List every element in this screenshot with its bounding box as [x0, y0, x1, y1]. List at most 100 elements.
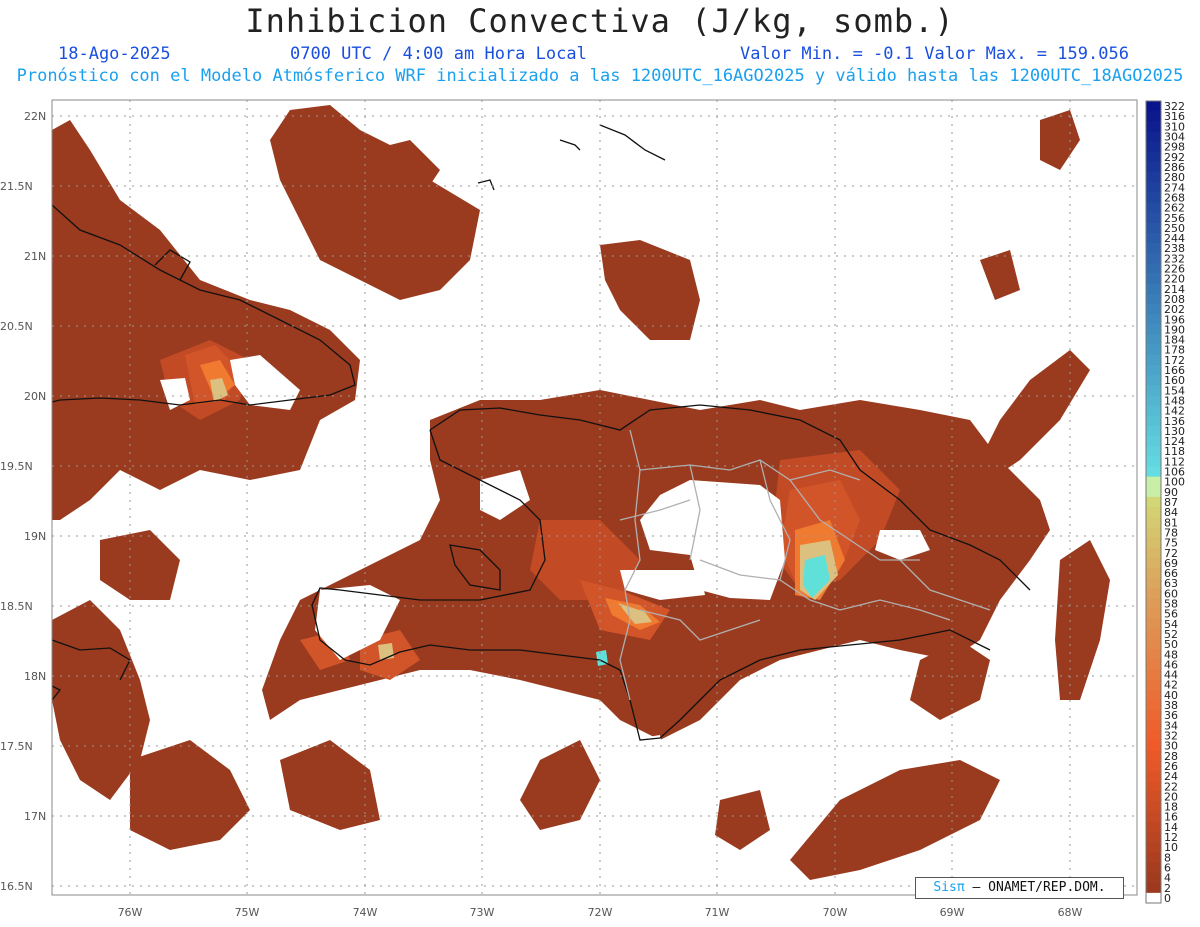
- colorbar-swatch: [1146, 243, 1161, 254]
- colorbar-swatch: [1146, 679, 1161, 691]
- lon-axis: 76W 75W 74W 73W 72W 71W 70W 69W 68W: [118, 906, 1083, 919]
- colorbar-swatch: [1146, 557, 1161, 569]
- colorbar-swatch: [1146, 101, 1161, 112]
- colorbar-swatch: [1146, 527, 1161, 538]
- colorbar-swatch: [1146, 588, 1161, 599]
- cin-map: 22N 21.5N 21N 20.5N 20N 19.5N 19N 18.5N …: [0, 99, 1185, 919]
- colorbar-swatch: [1146, 405, 1161, 417]
- colorbar-swatch: [1146, 852, 1161, 863]
- colorbar-swatch: [1146, 212, 1161, 224]
- colorbar-swatch: [1146, 750, 1161, 762]
- colorbar-swatch: [1146, 344, 1161, 356]
- colorbar-swatch: [1146, 273, 1161, 285]
- colorbar-swatch: [1146, 486, 1161, 498]
- lon-tick-label: 71W: [705, 906, 730, 919]
- lon-tick-label: 75W: [235, 906, 260, 919]
- colorbar-swatch: [1146, 699, 1161, 711]
- colorbar-swatch: [1146, 496, 1161, 508]
- colorbar-swatch: [1146, 628, 1161, 640]
- colorbar-swatch: [1146, 517, 1161, 528]
- colorbar-label: 0: [1164, 892, 1171, 905]
- lat-tick-label: 16.5N: [0, 880, 33, 893]
- colorbar-swatch: [1146, 161, 1161, 173]
- lat-tick-label: 18N: [24, 670, 46, 683]
- lat-axis: 22N 21.5N 21N 20.5N 20N 19.5N 19N 18.5N …: [0, 110, 46, 893]
- colorbar-swatch: [1146, 283, 1161, 295]
- colorbar-swatch: [1146, 222, 1161, 234]
- lon-tick-label: 70W: [823, 906, 848, 919]
- colorbar-swatch: [1146, 314, 1161, 325]
- colorbar-swatch: [1146, 720, 1161, 731]
- colorbar-swatch: [1146, 263, 1161, 274]
- colorbar: 3223163103042982922862802742682622562502…: [1145, 100, 1185, 905]
- colorbar-swatch: [1146, 425, 1161, 437]
- colorbar-swatch: [1146, 578, 1161, 589]
- colorbar-swatch: [1146, 608, 1161, 620]
- colorbar-swatch: [1146, 507, 1161, 518]
- colorbar-swatch: [1146, 415, 1161, 427]
- colorbar-swatch: [1146, 364, 1161, 376]
- lon-tick-label: 68W: [1058, 906, 1083, 919]
- colorbar-swatch: [1146, 882, 1161, 894]
- colorbar-swatch: [1146, 547, 1161, 559]
- colorbar-swatch: [1146, 151, 1161, 163]
- lat-tick-label: 22N: [24, 110, 46, 123]
- colorbar-swatch: [1146, 111, 1161, 122]
- colorbar-swatch: [1146, 395, 1161, 406]
- colorbar-swatch: [1146, 811, 1161, 823]
- lat-tick-label: 19N: [24, 530, 46, 543]
- credit-text: – ONAMET/REP.DOM.: [972, 880, 1106, 895]
- colorbar-swatch: [1146, 232, 1161, 244]
- lon-tick-label: 76W: [118, 906, 143, 919]
- colorbar-swatch: [1146, 182, 1161, 193]
- colorbar-swatch: [1146, 192, 1161, 203]
- lon-tick-label: 73W: [470, 906, 495, 919]
- colorbar-swatch: [1146, 436, 1161, 447]
- colorbar-swatch: [1146, 466, 1161, 478]
- colorbar-swatch: [1146, 862, 1161, 873]
- lon-tick-label: 74W: [353, 906, 378, 919]
- colorbar-swatch: [1146, 354, 1161, 366]
- colorbar-swatch: [1146, 567, 1161, 579]
- colorbar-swatch: [1146, 334, 1161, 346]
- colorbar-swatch: [1146, 476, 1161, 488]
- colorbar-swatch: [1146, 121, 1161, 132]
- lat-tick-label: 18.5N: [0, 600, 33, 613]
- colorbar-swatch: [1146, 141, 1161, 153]
- lat-tick-label: 21N: [24, 250, 46, 263]
- colorbar-swatch: [1146, 842, 1161, 853]
- credit-box: Sisπ – ONAMET/REP.DOM.: [915, 877, 1124, 899]
- colorbar-swatch: [1146, 618, 1161, 630]
- colorbar-swatch: [1146, 375, 1161, 386]
- lon-tick-label: 69W: [940, 906, 965, 919]
- colorbar-swatch: [1146, 892, 1161, 904]
- colorbar-swatch: [1146, 831, 1161, 843]
- colorbar-swatch: [1146, 202, 1161, 214]
- colorbar-swatch: [1146, 821, 1161, 833]
- colorbar-swatch: [1146, 801, 1161, 813]
- colorbar-swatch: [1146, 456, 1161, 467]
- colorbar-swatch: [1146, 669, 1161, 681]
- colorbar-swatch: [1146, 537, 1161, 549]
- lat-tick-label: 21.5N: [0, 180, 33, 193]
- colorbar-swatch: [1146, 659, 1161, 670]
- colorbar-swatch: [1146, 872, 1161, 884]
- lat-tick-label: 20.5N: [0, 320, 33, 333]
- colorbar-swatch: [1146, 293, 1161, 305]
- colorbar-swatch: [1146, 649, 1161, 660]
- lat-tick-label: 17.5N: [0, 740, 33, 753]
- colorbar-swatch: [1146, 446, 1161, 457]
- colorbar-swatch: [1146, 781, 1161, 792]
- lon-tick-label: 72W: [588, 906, 613, 919]
- colorbar-swatch: [1146, 131, 1161, 143]
- colorbar-swatch: [1146, 253, 1161, 264]
- colorbar-swatch: [1146, 598, 1161, 609]
- colorbar-swatch: [1146, 740, 1161, 752]
- colorbar-swatch: [1146, 771, 1161, 782]
- sispi-logo: Sisπ: [933, 880, 965, 895]
- colorbar-swatch: [1146, 730, 1161, 741]
- colorbar-swatch: [1146, 385, 1161, 396]
- colorbar-swatch: [1146, 689, 1161, 701]
- colorbar-swatch: [1146, 304, 1161, 315]
- colorbar-swatch: [1146, 760, 1161, 772]
